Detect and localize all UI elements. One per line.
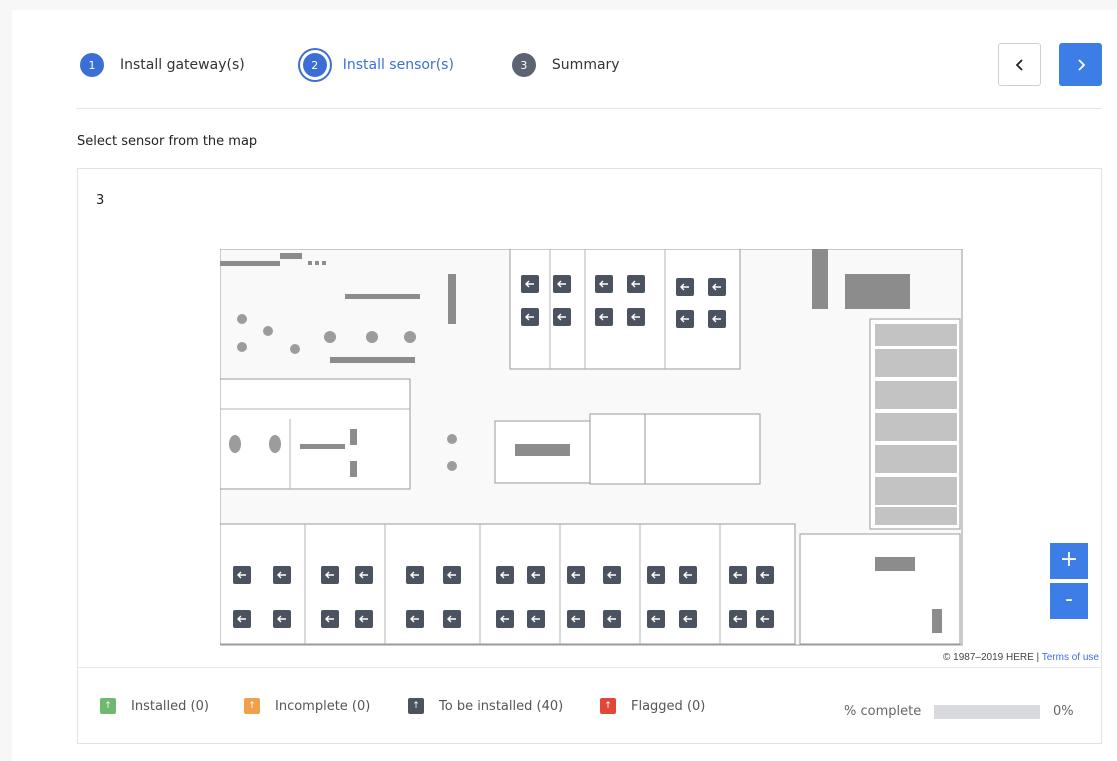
- progress-bar: [934, 705, 1040, 719]
- sensor-marker[interactable]: [321, 610, 339, 628]
- sensor-marker[interactable]: [676, 310, 694, 328]
- sensor-marker[interactable]: [647, 610, 665, 628]
- step-label: Summary: [551, 57, 620, 73]
- wizard-stepper: 1 Install gateway(s) 2 Install sensor(s)…: [80, 52, 678, 78]
- sensor-marker[interactable]: [676, 278, 694, 296]
- sensor-marker[interactable]: [496, 566, 514, 584]
- legend-label: Incomplete (0): [275, 698, 371, 714]
- legend-label: Flagged (0): [631, 698, 706, 714]
- sensor-marker[interactable]: [627, 308, 645, 326]
- terms-of-use-link[interactable]: Terms of use: [1042, 652, 1099, 663]
- step-install-sensors[interactable]: 2 Install sensor(s): [302, 53, 454, 77]
- map-panel-header: 3: [78, 169, 1101, 232]
- sensor-marker[interactable]: [627, 275, 645, 293]
- sensor-marker[interactable]: [355, 566, 373, 584]
- floor-number: 3: [96, 193, 105, 208]
- legend-to-be-installed: ↑ To be installed (40): [408, 698, 563, 714]
- sensor-marker[interactable]: [553, 275, 571, 293]
- sensor-marker[interactable]: [595, 275, 613, 293]
- sensor-marker[interactable]: [708, 278, 726, 296]
- sensor-marker[interactable]: [355, 610, 373, 628]
- map-area[interactable]: + - © 1987–2019 HERE | Terms of use: [78, 231, 1101, 667]
- sensor-marker[interactable]: [708, 310, 726, 328]
- chevron-left-icon: [1015, 58, 1023, 71]
- sensor-marker[interactable]: [521, 308, 539, 326]
- sensor-marker[interactable]: [567, 610, 585, 628]
- sensor-marker[interactable]: [527, 610, 545, 628]
- sensor-marker[interactable]: [521, 275, 539, 293]
- sensor-marker[interactable]: [603, 566, 621, 584]
- sensor-marker[interactable]: [679, 610, 697, 628]
- sensor-marker[interactable]: [273, 610, 291, 628]
- attribution-text: © 1987–2019 HERE |: [943, 652, 1040, 663]
- zoom-in-button[interactable]: +: [1050, 543, 1088, 579]
- sensor-marker[interactable]: [321, 566, 339, 584]
- legend-label: To be installed (40): [439, 698, 564, 714]
- sensor-marker[interactable]: [233, 566, 251, 584]
- chevron-right-icon: [1077, 58, 1085, 71]
- sensor-marker[interactable]: [527, 566, 545, 584]
- incomplete-swatch-icon: ↑: [244, 698, 260, 714]
- sensor-marker[interactable]: [647, 566, 665, 584]
- section-title: Select sensor from the map: [77, 134, 258, 149]
- header-divider: [76, 108, 1102, 109]
- step-number: 3: [511, 53, 536, 77]
- step-number: 1: [80, 53, 104, 77]
- sensor-marker[interactable]: [729, 566, 747, 584]
- sensor-marker[interactable]: [679, 566, 697, 584]
- step-install-gateways[interactable]: 1 Install gateway(s): [80, 53, 245, 77]
- map-attribution: © 1987–2019 HERE | Terms of use: [941, 651, 1101, 664]
- flagged-swatch-icon: ↑: [600, 698, 616, 714]
- percent-complete-label: % complete: [844, 704, 922, 719]
- sensor-marker[interactable]: [729, 610, 747, 628]
- legend-incomplete: ↑ Incomplete (0): [244, 698, 370, 714]
- step-label: Install gateway(s): [120, 57, 245, 73]
- sensor-marker[interactable]: [273, 566, 291, 584]
- sensor-marker[interactable]: [406, 610, 424, 628]
- page: 1 Install gateway(s) 2 Install sensor(s)…: [0, 0, 1117, 761]
- percent-complete-value: 0%: [1053, 704, 1074, 719]
- legend-installed: ↑ Installed (0): [100, 698, 209, 714]
- sensor-marker[interactable]: [595, 308, 613, 326]
- sensor-marker[interactable]: [233, 610, 251, 628]
- previous-button[interactable]: [998, 43, 1041, 86]
- installed-swatch-icon: ↑: [100, 698, 116, 714]
- sensor-marker[interactable]: [756, 610, 774, 628]
- legend-label: Installed (0): [131, 698, 209, 714]
- sensor-marker[interactable]: [406, 566, 424, 584]
- legend-bar: ↑ Installed (0) ↑ Incomplete (0) ↑ To be…: [78, 667, 1101, 746]
- legend-flagged: ↑ Flagged (0): [600, 698, 705, 714]
- sensor-marker[interactable]: [756, 566, 774, 584]
- to-be-installed-swatch-icon: ↑: [408, 698, 424, 714]
- map-panel: 3 + - © 1987–2019 HERE | Terms of use ↑ …: [77, 168, 1102, 744]
- step-summary[interactable]: 3 Summary: [511, 53, 620, 77]
- step-number: 2: [302, 53, 327, 77]
- sensor-marker[interactable]: [443, 610, 461, 628]
- step-label: Install sensor(s): [342, 57, 454, 73]
- sensor-marker[interactable]: [443, 566, 461, 584]
- sensor-marker[interactable]: [603, 610, 621, 628]
- zoom-out-button[interactable]: -: [1050, 583, 1088, 619]
- next-button[interactable]: [1059, 43, 1102, 86]
- sensor-marker[interactable]: [553, 308, 571, 326]
- sensor-marker[interactable]: [496, 610, 514, 628]
- floor-plan[interactable]: [220, 249, 964, 647]
- sensor-marker[interactable]: [567, 566, 585, 584]
